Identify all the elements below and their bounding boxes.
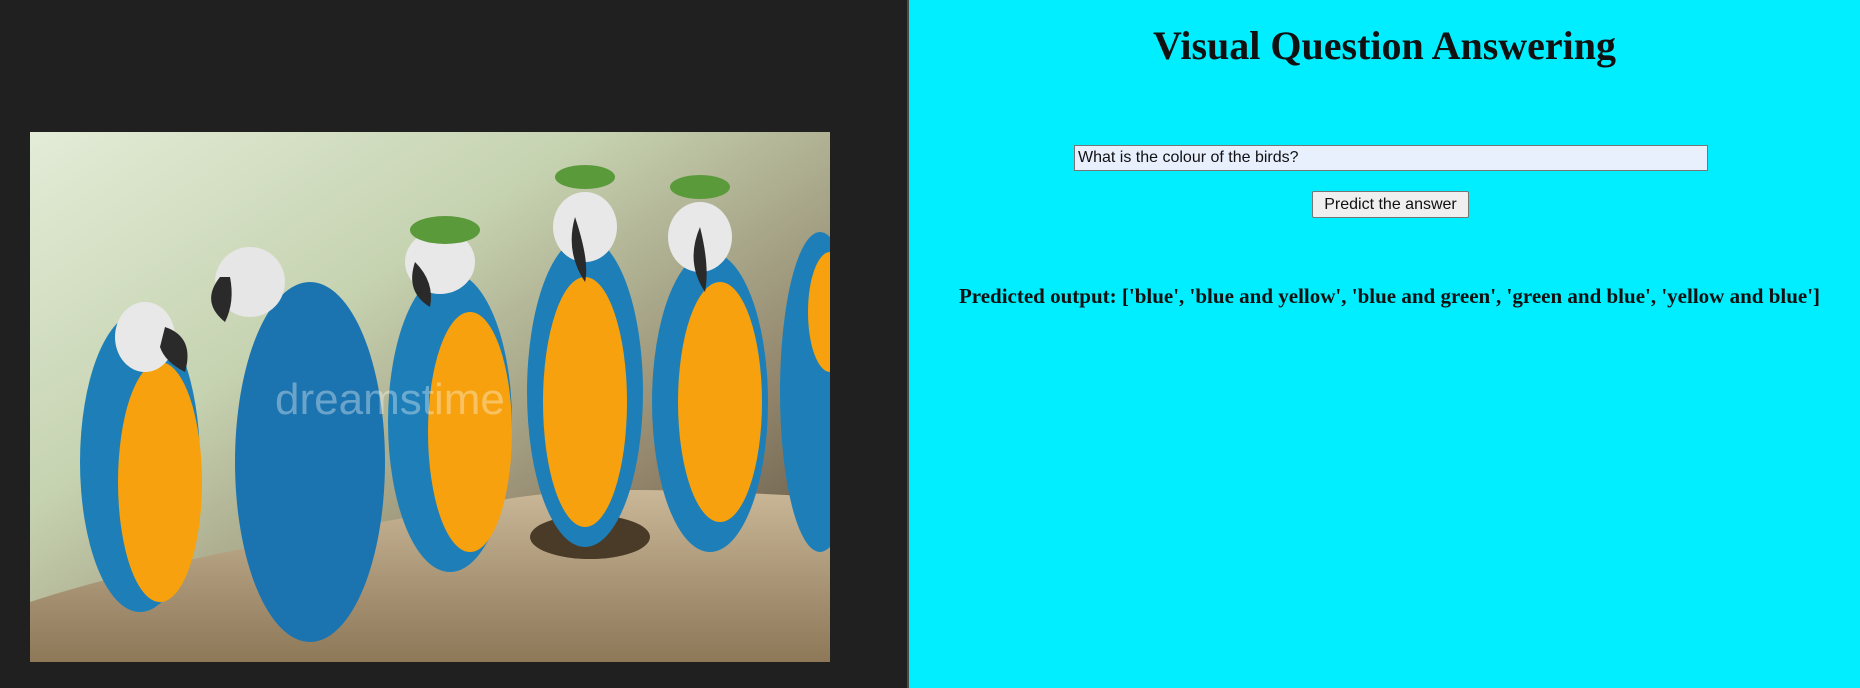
app-page: dreamstime Visual Question Answering Pre… xyxy=(0,0,1860,688)
vqa-panel: Visual Question Answering Predict the an… xyxy=(909,0,1860,688)
parrots-photo: dreamstime xyxy=(30,132,830,662)
predict-button[interactable]: Predict the answer xyxy=(1312,191,1469,218)
predicted-output: Predicted output: ['blue', 'blue and yel… xyxy=(958,284,1821,308)
question-input[interactable] xyxy=(1074,145,1708,171)
image-panel: dreamstime xyxy=(0,0,909,688)
uploaded-image: dreamstime xyxy=(30,132,830,662)
page-title: Visual Question Answering xyxy=(1152,23,1617,68)
watermark-text: dreamstime xyxy=(275,375,505,424)
